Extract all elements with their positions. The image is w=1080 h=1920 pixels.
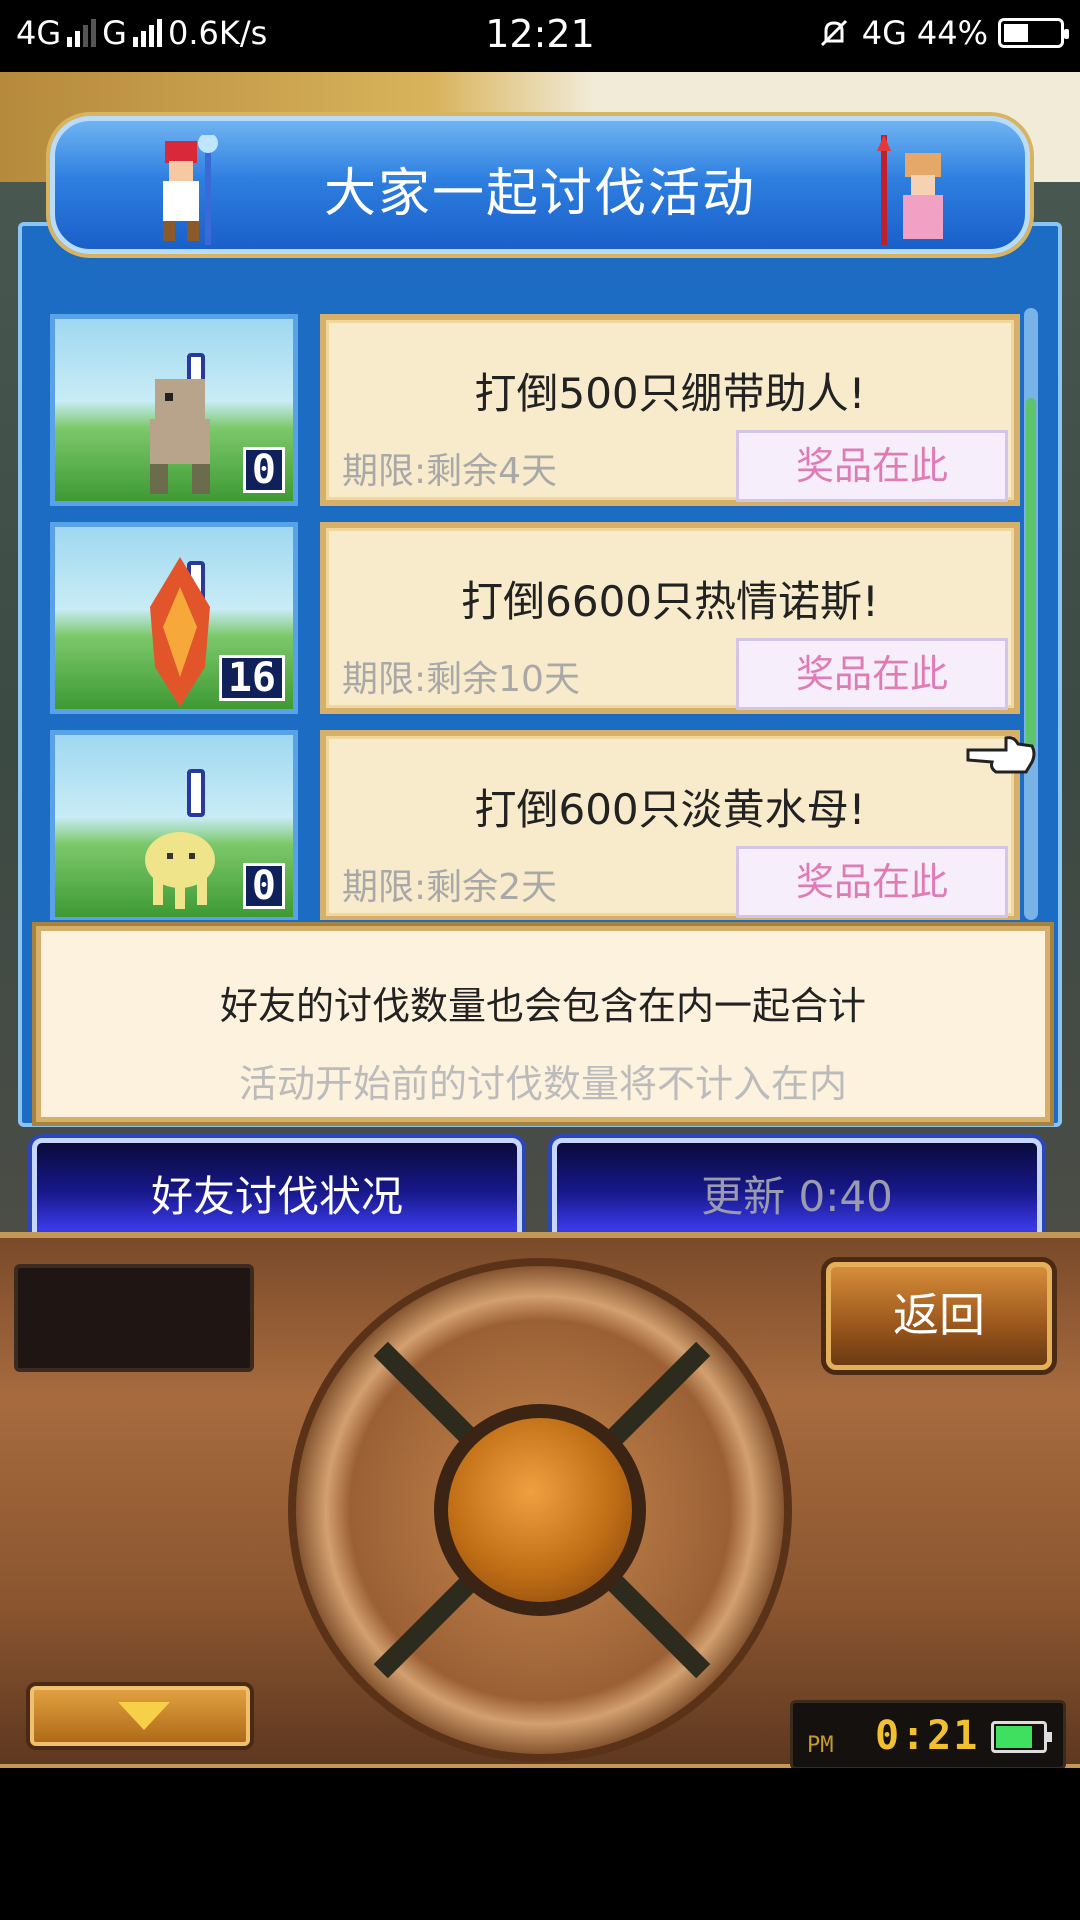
info-line-2: 活动开始前的讨伐数量将不计入在内 xyxy=(238,1062,847,1106)
monster-thumbnail: 0 xyxy=(50,314,298,506)
bottom-bar xyxy=(0,1768,1080,1920)
defeat-count: 0 xyxy=(242,447,285,493)
dpad-center-button[interactable] xyxy=(434,1404,646,1616)
mission-deadline: 期限:剩余10天 xyxy=(342,659,580,700)
list-scrollbar[interactable] xyxy=(1024,308,1038,920)
mission-deadline: 期限:剩余2天 xyxy=(342,867,558,908)
menu-down-button[interactable] xyxy=(30,1686,250,1746)
mission-deadline: 期限:剩余4天 xyxy=(342,451,558,492)
mission-list[interactable]: 0 打倒500只绷带助人! 期限:剩余4天 奖品在此 16 打倒6600只热情诺… xyxy=(34,308,1024,920)
mute-alarm-icon xyxy=(820,19,847,47)
mission-text: 打倒500只绷带助人! xyxy=(474,369,866,418)
mission-row: 0 打倒500只绷带助人! 期限:剩余4天 奖品在此 xyxy=(34,308,1024,508)
mission-card: 打倒500只绷带助人! 期限:剩余4天 奖品在此 xyxy=(320,314,1020,506)
battery-icon xyxy=(991,1721,1052,1753)
battery-percent: 44% xyxy=(916,14,988,52)
game-clock: PM 0:21 xyxy=(790,1700,1066,1770)
reward-button[interactable]: 奖品在此 xyxy=(736,638,1008,710)
mission-card: 打倒6600只热情诺斯! 期限:剩余10天 奖品在此 xyxy=(320,522,1020,714)
defeat-count: 0 xyxy=(242,863,285,909)
title-banner: 大家一起讨伐活动 xyxy=(50,116,1030,254)
mission-text: 打倒600只淡黄水母! xyxy=(474,785,866,834)
reward-button[interactable]: 奖品在此 xyxy=(736,430,1008,502)
flame-monster-icon xyxy=(150,557,210,707)
info-panel: 好友的讨伐数量也会包含在内一起合计 活动开始前的讨伐数量将不计入在内 xyxy=(36,926,1050,1122)
mission-row: 16 打倒6600只热情诺斯! 期限:剩余10天 奖品在此 xyxy=(34,516,1024,716)
princess-sprite-icon xyxy=(877,135,943,245)
chevron-down-icon xyxy=(118,1702,170,1730)
mission-card: 打倒600只淡黄水母! 期限:剩余2天 奖品在此 xyxy=(320,730,1020,920)
clock-ampm: PM xyxy=(807,1733,834,1758)
event-dialog: 0 打倒500只绷带助人! 期限:剩余4天 奖品在此 16 打倒6600只热情诺… xyxy=(18,222,1062,1127)
reward-button[interactable]: 奖品在此 xyxy=(736,846,1008,918)
battery-icon xyxy=(998,18,1069,48)
status-bar: 4G G 0.6K/s 12:21 4G 44% xyxy=(0,0,1080,72)
mission-text: 打倒6600只热情诺斯! xyxy=(461,577,879,626)
mini-screen xyxy=(14,1264,254,1372)
hand-pointer-icon xyxy=(966,736,1036,774)
dpad[interactable] xyxy=(288,1258,792,1762)
network-type-label-3: 4G xyxy=(861,14,907,52)
bandage-monster-icon xyxy=(150,379,210,494)
jellyfish-monster-icon xyxy=(145,832,215,909)
mission-row: 0 打倒600只淡黄水母! 期限:剩余2天 奖品在此 xyxy=(34,724,1024,920)
controller-panel: 返回 PM 0:21 xyxy=(0,1232,1080,1770)
monster-thumbnail: 0 xyxy=(50,730,298,920)
defeat-count: 16 xyxy=(218,655,285,701)
scrollbar-thumb[interactable] xyxy=(1026,398,1036,748)
monster-thumbnail: 16 xyxy=(50,522,298,714)
info-line-1: 好友的讨伐数量也会包含在内一起合计 xyxy=(219,984,866,1028)
status-right: 4G 44% xyxy=(816,14,1069,52)
clock-time: 0:21 xyxy=(875,1713,980,1759)
back-button[interactable]: 返回 xyxy=(826,1262,1052,1370)
